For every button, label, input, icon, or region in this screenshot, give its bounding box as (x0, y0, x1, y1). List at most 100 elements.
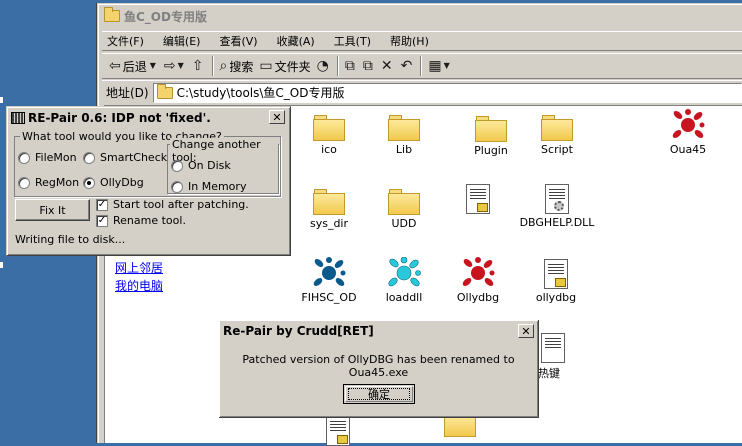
forward-button[interactable]: ⇨ ▼ (161, 55, 189, 77)
toolbar: ⇦ 后退 ▼ ⇨ ▼ ⇧ ⌕ 搜索 ▭ 文件夹 ◔ ⧉ ⧉ ✕ ↶ ▦ ▼ (102, 53, 742, 79)
file-label: Oua45 (669, 143, 707, 156)
splat-blue-icon (313, 257, 346, 286)
address-bar: 地址(D) C:\study\tools\鱼C_OD专用版 (102, 80, 742, 104)
folders-label: 文件夹 (274, 59, 311, 74)
file-label: ollydbg (535, 291, 577, 304)
back-button[interactable]: ⇦ 后退 ▼ (106, 55, 161, 77)
radio-filemon[interactable]: FileMon (18, 151, 77, 164)
explorer-title: 鱼C_OD专用版 (124, 9, 207, 24)
folders-icon: ▭ (259, 58, 273, 74)
views-button[interactable]: ▦ ▼ (425, 55, 454, 77)
ok-label: 确定 (368, 388, 390, 401)
file-item[interactable]: Ollydbg (438, 257, 518, 304)
file-label: Lib (395, 143, 413, 156)
tool-groupbox: What tool would you like to change? File… (14, 130, 281, 197)
history-button[interactable]: ◔ (314, 55, 334, 77)
copy-to-button[interactable]: ⧉ (360, 55, 378, 77)
folder-icon (313, 115, 345, 141)
menu-bar: 文件(F) 编辑(E) 查看(V) 收藏(A) 工具(T) 帮助(H) (102, 31, 742, 51)
search-label: 搜索 (229, 59, 254, 74)
close-button[interactable]: ✕ (269, 110, 285, 124)
text-file-icon (541, 333, 565, 363)
checkbox-box: ✓ (96, 214, 108, 227)
forward-arrow-icon: ⇨ (163, 58, 176, 74)
status-text: Writing file to disk... (15, 233, 126, 246)
radio-circle (171, 159, 183, 172)
radio-in-memory[interactable]: In Memory (171, 180, 246, 193)
radio-label: In Memory (188, 180, 247, 193)
close-button[interactable]: ✕ (518, 324, 534, 338)
link-network-places[interactable]: 网上邻居 (115, 259, 163, 276)
toolbar-separator (420, 56, 423, 76)
file-item[interactable] (438, 182, 518, 216)
file-label: ico (321, 143, 337, 156)
file-label: sys_dir (309, 217, 349, 230)
menu-tools[interactable]: 工具(T) (334, 33, 371, 49)
file-item[interactable]: DBGHELP.DLL (517, 182, 597, 229)
menu-favorites[interactable]: 收藏(A) (277, 33, 315, 49)
checkbox-start-after[interactable]: ✓ Start tool after patching. (96, 198, 249, 211)
splat-red-icon (672, 109, 705, 138)
radio-label: FileMon (35, 151, 77, 164)
fix-it-button[interactable]: Fix It (15, 199, 90, 221)
link-my-computer[interactable]: 我的电脑 (115, 277, 163, 294)
explorer-titlebar[interactable]: 鱼C_OD专用版 (100, 6, 742, 26)
views-icon: ▦ (428, 58, 442, 74)
delete-icon: ✕ (380, 58, 393, 74)
search-button[interactable]: ⌕ 搜索 (217, 55, 257, 77)
message-box: Re-Pair by Crudd[RET] ✕ Patched version … (219, 320, 539, 418)
file-item[interactable]: sys_dir (289, 183, 369, 230)
file-item[interactable]: ollydbg (516, 257, 596, 304)
radio-smartcheck[interactable]: SmartCheck (83, 151, 167, 164)
delete-button[interactable]: ✕ (378, 55, 398, 77)
app-icon (11, 111, 25, 124)
folder-icon (388, 189, 420, 215)
undo-button[interactable]: ↶ (398, 55, 418, 77)
file-item[interactable] (298, 414, 378, 446)
message-titlebar[interactable]: Re-Pair by Crudd[RET] ✕ (221, 322, 536, 340)
checkbox-rename[interactable]: ✓ Rename tool. (96, 214, 186, 227)
folders-button[interactable]: ▭ 文件夹 (256, 55, 313, 77)
dropdown-arrow-icon: ▼ (443, 61, 450, 70)
settings-file-icon (544, 259, 568, 289)
menu-view[interactable]: 查看(V) (219, 33, 257, 49)
file-item[interactable]: Oua45 (648, 109, 728, 156)
file-item[interactable]: Lib (364, 109, 444, 156)
file-item[interactable]: FIHSC_OD (289, 257, 369, 304)
file-item[interactable]: loaddll (364, 257, 444, 304)
move-to-button[interactable]: ⧉ (342, 55, 360, 77)
back-label: 后退 (122, 59, 147, 74)
folder-icon (475, 116, 507, 142)
toolbar-separator (211, 56, 214, 76)
up-folder-button[interactable]: ⇧ (189, 55, 209, 77)
splat-cyan-icon (388, 257, 421, 287)
radio-circle (18, 151, 30, 164)
radio-on-disk[interactable]: On Disk (171, 159, 231, 172)
file-item[interactable]: ico (289, 109, 369, 156)
radio-regmon[interactable]: RegMon (18, 176, 79, 189)
menu-file[interactable]: 文件(F) (107, 33, 144, 49)
message-text: Patched version of OllyDBG has been rena… (242, 353, 515, 379)
radio-label: On Disk (188, 159, 231, 172)
desktop-edge-mark (0, 97, 3, 103)
radio-circle-selected (83, 176, 95, 189)
address-label: 地址(D) (106, 86, 149, 100)
move-to-icon: ⧉ (344, 58, 355, 74)
menu-edit[interactable]: 编辑(E) (163, 33, 201, 49)
file-item[interactable]: Script (517, 109, 597, 156)
desktop-edge-mark (0, 262, 3, 268)
dll-file-icon (545, 184, 569, 214)
file-item[interactable]: UDD (364, 183, 444, 230)
radio-ollydbg[interactable]: OllyDbg (83, 176, 144, 189)
menu-help[interactable]: 帮助(H) (390, 33, 429, 49)
address-input[interactable]: C:\study\tools\鱼C_OD专用版 (152, 82, 742, 103)
folder-icon (388, 115, 420, 141)
ok-button[interactable]: 确定 (343, 384, 415, 404)
file-item[interactable]: 用热键 (527, 331, 607, 381)
search-icon: ⌕ (219, 58, 228, 74)
settings-file-icon (466, 184, 490, 214)
repair-titlebar[interactable]: RE-Pair 0.6: IDP not 'fixed'. ✕ (9, 109, 288, 126)
radio-label: SmartCheck (100, 151, 168, 164)
radio-circle (18, 176, 30, 189)
radio-label: OllyDbg (100, 176, 144, 189)
